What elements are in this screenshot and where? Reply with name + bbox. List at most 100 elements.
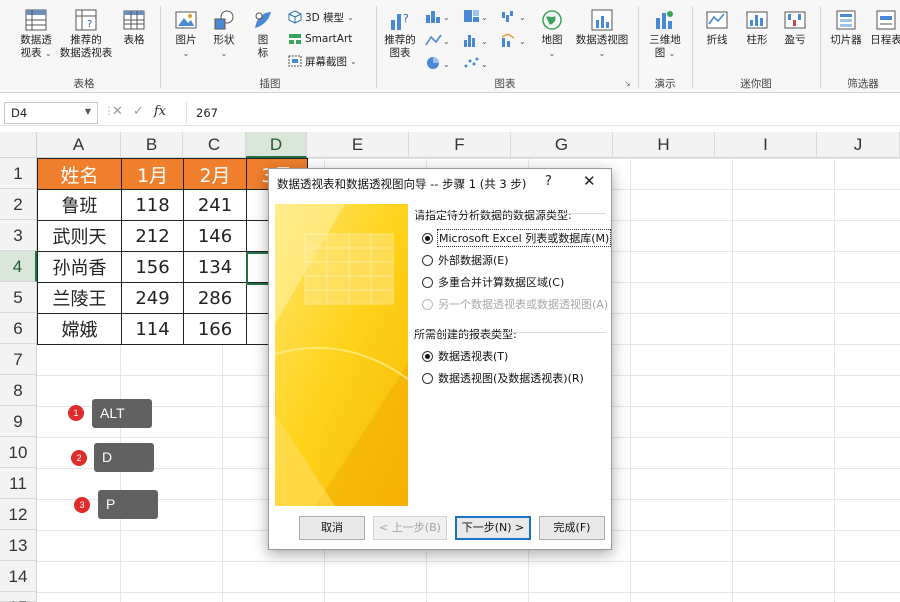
3d-model-button[interactable]: 3D 模型 ⌄ (288, 9, 354, 25)
svg-text:⌄: ⌄ (481, 37, 488, 46)
table-cell[interactable]: 134 (183, 251, 247, 283)
sparkline-winloss-button[interactable]: 盈亏 (778, 8, 812, 47)
charts-dialog-launcher-icon[interactable]: ↘ (624, 79, 631, 88)
name-box[interactable]: D4 ▼ (4, 102, 98, 124)
select-all-corner[interactable] (0, 132, 37, 158)
row-header-6[interactable]: 6 (0, 313, 37, 344)
row-header-4[interactable]: 4 (0, 251, 37, 282)
radio-dot-icon[interactable] (422, 254, 433, 266)
row-header-9[interactable]: 9 (0, 406, 37, 437)
table-button[interactable]: 表格 (116, 8, 152, 47)
timeline-button[interactable]: 日程表 (866, 8, 900, 47)
column-header-f[interactable]: F (409, 132, 511, 158)
recommended-pivot-button[interactable]: ? 推荐的 数据透视表 (56, 8, 116, 60)
icons-button[interactable]: 图 标 (248, 8, 278, 60)
table-cell[interactable]: 146 (183, 220, 247, 252)
radio-option[interactable]: 数据透视图(及数据透视表)(R) (422, 370, 584, 386)
pivot-chart-button[interactable]: 数据透视图 ⌄ (574, 8, 630, 60)
row-header-13[interactable]: 13 (0, 530, 37, 561)
radio-dot-icon[interactable] (422, 232, 433, 244)
screenshot-button[interactable]: 屏幕截图 ⌄ (288, 53, 357, 69)
row-header-7[interactable]: 7 (0, 344, 37, 375)
table-cell[interactable]: 156 (121, 251, 184, 283)
table-cell[interactable]: 鲁班 (37, 189, 122, 221)
picture-button[interactable]: 图片 ⌄ (170, 8, 202, 60)
cancel-button[interactable]: 取消 (299, 516, 365, 540)
column-header-d[interactable]: D (246, 132, 307, 158)
radio-option[interactable]: 多重合并计算数据区域(C) (422, 274, 564, 290)
row-header-5[interactable]: 5 (0, 282, 37, 313)
back-button[interactable]: < 上一步(B) (373, 516, 447, 540)
table-cell[interactable]: 兰陵王 (37, 282, 122, 314)
table-cell[interactable]: 212 (121, 220, 184, 252)
radio-option[interactable]: 外部数据源(E) (422, 252, 509, 268)
table-cell[interactable]: 118 (121, 189, 184, 221)
column-header-i[interactable]: I (715, 132, 817, 158)
finish-button[interactable]: 完成(F) (539, 516, 605, 540)
chart-gallery-hierarchy-icon[interactable]: ⌄ (462, 8, 488, 27)
column-header-h[interactable]: H (613, 132, 715, 158)
row-header-15[interactable]: 15 (0, 592, 37, 602)
row-header-14[interactable]: 14 (0, 561, 37, 592)
row-header-1[interactable]: 1 (0, 158, 37, 189)
table-cell[interactable]: 249 (121, 282, 184, 314)
column-header-c[interactable]: C (183, 132, 246, 158)
table-cell[interactable]: 114 (121, 313, 184, 345)
cancel-icon[interactable]: ✕ (112, 104, 123, 119)
smartart-button[interactable]: SmartArt (288, 31, 352, 47)
chart-gallery-line-icon[interactable]: ⌄ (424, 32, 450, 51)
sparkline-column-label: 柱形 (746, 34, 768, 46)
sparkline-line-button[interactable]: 折线 (700, 8, 734, 47)
formula-input[interactable]: 267 (196, 106, 218, 120)
table-cell[interactable]: 孙尚香 (37, 251, 122, 283)
shapes-button[interactable]: 形状 ⌄ (208, 8, 240, 60)
row-header-3[interactable]: 3 (0, 220, 37, 251)
next-button[interactable]: 下一步(N) > (455, 516, 531, 540)
table-cell[interactable]: 武则天 (37, 220, 122, 252)
fx-icon[interactable]: fx (154, 104, 166, 119)
chart-gallery-stat-icon[interactable]: ⌄ (462, 32, 488, 51)
chart-gallery-combo-icon[interactable]: ⌄ (500, 32, 526, 51)
3d-map-button[interactable]: 三维地 图 ⌄ (644, 8, 686, 60)
chart-gallery-column-icon[interactable]: ⌄ (424, 8, 450, 27)
table-cell[interactable]: 166 (183, 313, 247, 345)
radio-dot-icon[interactable] (422, 372, 433, 384)
radio-option[interactable]: Microsoft Excel 列表或数据库(M) (422, 229, 612, 247)
radio-dot-icon[interactable] (422, 276, 433, 288)
slicer-button[interactable]: 切片器 (826, 8, 866, 47)
map-chart-button[interactable]: 地图 ⌄ (534, 8, 570, 60)
column-header-a[interactable]: A (37, 132, 121, 158)
column-header-g[interactable]: G (511, 132, 613, 158)
column-header-b[interactable]: B (121, 132, 183, 158)
header-cell[interactable]: 1月 (121, 158, 184, 190)
chart-gallery-pie-icon[interactable]: ⌄ (424, 55, 450, 74)
table-cell[interactable]: 241 (183, 189, 247, 221)
chart-gallery-waterfall-icon[interactable]: ⌄ (500, 8, 526, 27)
table-cell[interactable]: 286 (183, 282, 247, 314)
radio-dot-icon[interactable] (422, 298, 433, 310)
help-icon[interactable]: ? (545, 174, 552, 189)
screenshot-label: 屏幕截图 (305, 55, 347, 68)
radio-option[interactable]: 另一个数据透视表或数据透视图(A) (422, 296, 608, 312)
header-cell[interactable]: 2月 (183, 158, 247, 190)
table-cell[interactable]: 嫦娥 (37, 313, 122, 345)
pivot-table-button[interactable]: 数据透 视表 ⌄ (14, 8, 58, 60)
chart-gallery-scatter-icon[interactable]: ⌄ (462, 55, 488, 74)
row-header-10[interactable]: 10 (0, 437, 37, 468)
header-cell[interactable]: 姓名 (37, 158, 122, 190)
sparkline-column-button[interactable]: 柱形 (740, 8, 774, 47)
wizard-illustration (275, 204, 408, 506)
group-label-table: 表格 (73, 78, 95, 90)
recommended-charts-button[interactable]: ? 推荐的 图表 (380, 8, 420, 60)
column-header-j[interactable]: J (817, 132, 900, 158)
enter-icon[interactable]: ✓ (133, 104, 144, 119)
radio-dot-icon[interactable] (422, 350, 433, 362)
radio-option[interactable]: 数据透视表(T) (422, 348, 508, 364)
column-header-e[interactable]: E (307, 132, 409, 158)
row-header-11[interactable]: 11 (0, 468, 37, 499)
row-header-12[interactable]: 12 (0, 499, 37, 530)
close-icon[interactable]: ✕ (583, 172, 596, 190)
row-header-2[interactable]: 2 (0, 189, 37, 220)
row-header-8[interactable]: 8 (0, 375, 37, 406)
chevron-down-icon[interactable]: ▼ (85, 107, 91, 116)
